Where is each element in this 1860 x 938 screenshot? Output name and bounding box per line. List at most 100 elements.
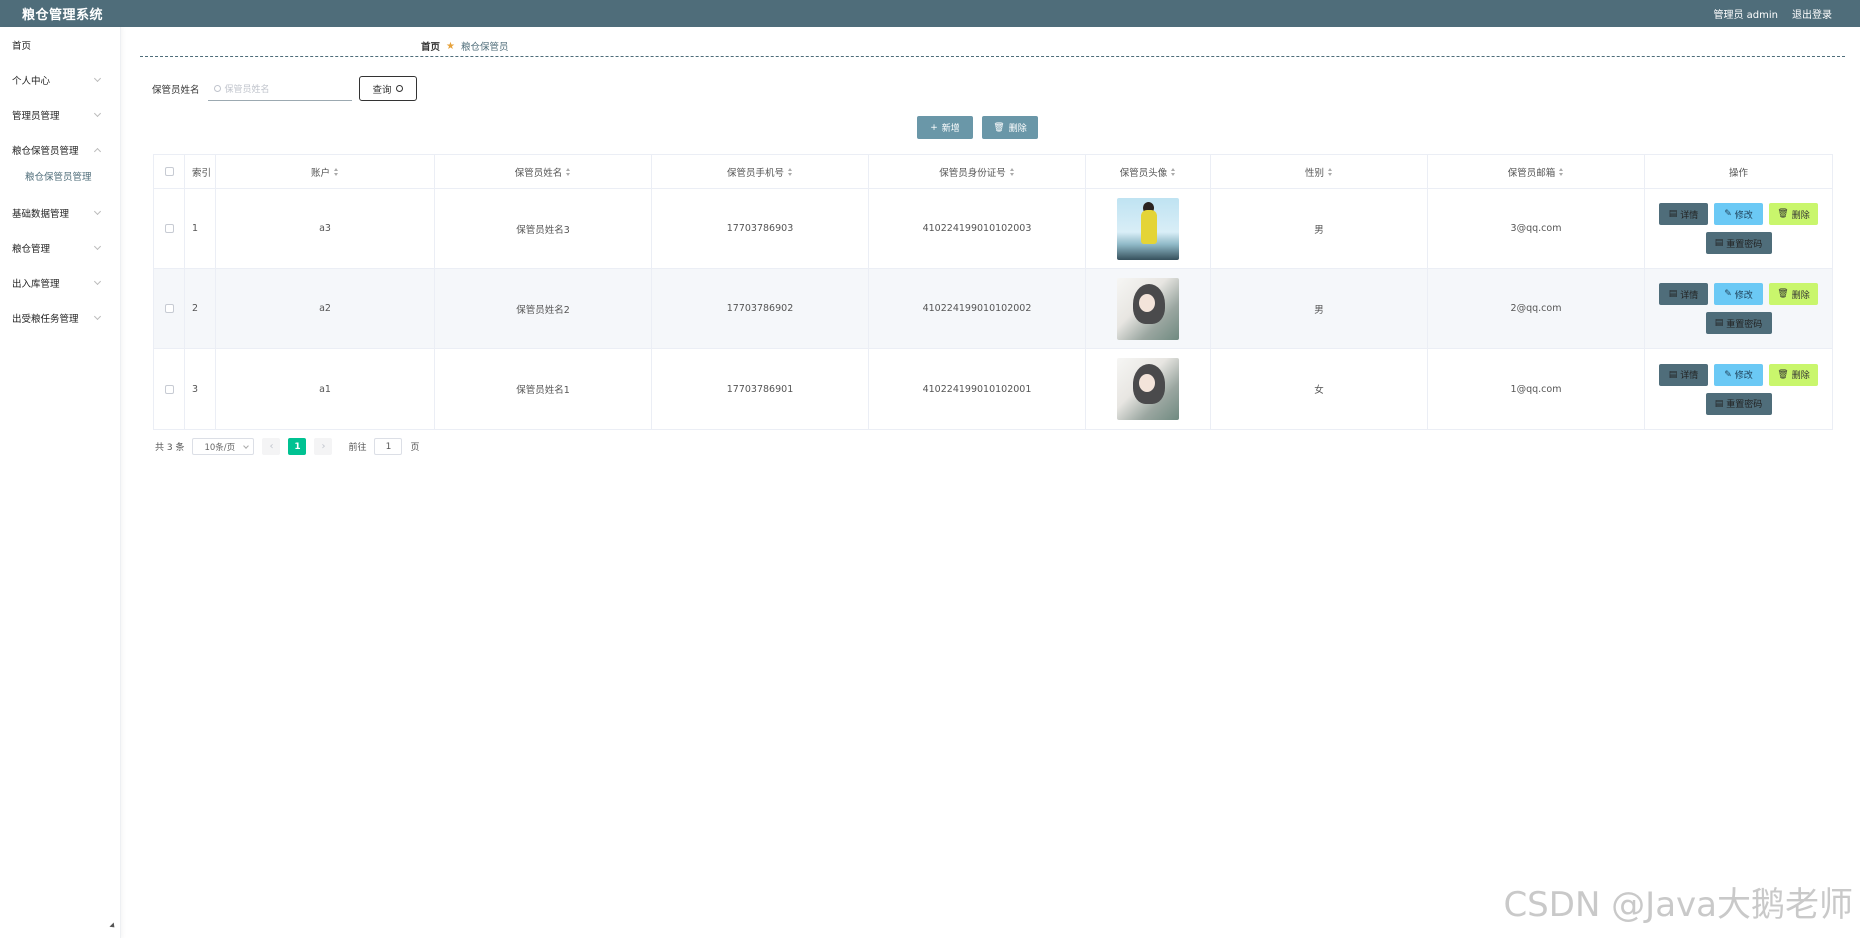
search-placeholder: 保管员姓名 (224, 84, 270, 95)
sort-icon[interactable] (334, 167, 339, 176)
detail-label: 详情 (1680, 290, 1699, 301)
edit-button[interactable]: ✎ 修改 (1714, 203, 1763, 225)
header-email[interactable]: 保管员邮箱 (1428, 155, 1645, 188)
cell-index: 1 (185, 189, 216, 268)
logout-link[interactable]: 退出登录 (1792, 6, 1832, 21)
sidebar-item-label: 个人中心 (12, 75, 51, 87)
row-checkbox[interactable] (164, 384, 174, 394)
sidebar-item-label: 首页 (12, 40, 32, 52)
delete-button[interactable]: 🗑 删除 (1769, 203, 1818, 225)
page-number-current[interactable]: 1 (288, 438, 307, 455)
header-avatar[interactable]: 保管员头像 (1086, 155, 1211, 188)
current-user-label: 管理员 admin (1713, 10, 1778, 21)
cell-index: 2 (185, 269, 216, 348)
sidebar-item-inout[interactable]: 出入库管理 (0, 265, 120, 300)
breadcrumb-separator-icon: ★ (446, 40, 455, 52)
delete-button[interactable]: 🗑 删除 (1769, 363, 1818, 386)
document-icon: ▤ (1668, 209, 1678, 219)
header-account[interactable]: 账户 (216, 155, 435, 188)
breadcrumb-home[interactable]: 首页 (421, 39, 440, 53)
table-row: 3 a1 保管员姓名1 17703786901 4102241990101020… (154, 349, 1832, 429)
delete-button[interactable]: 🗑 删除 (1769, 283, 1818, 305)
reset-password-button[interactable]: ▤ 重置密码 (1705, 232, 1772, 254)
next-page-button[interactable]: › (314, 438, 333, 455)
cell-ops: ▤ 详情 ✎ 修改 🗑 删除 ▤ 重置密码 (1645, 269, 1832, 348)
watermark: CSDN @Java大鹅老师 (1503, 885, 1853, 925)
sidebar-subitem-keeper-management[interactable]: 粮仓保管员管理 (0, 161, 120, 191)
cell-avatar (1086, 349, 1211, 429)
cell-email: 3@qq.com (1428, 189, 1645, 268)
chevron-down-icon (93, 242, 102, 250)
prev-page-button[interactable]: ‹ (262, 438, 281, 455)
edit-button[interactable]: ✎ 修改 (1714, 363, 1763, 386)
add-button[interactable]: + 新增 (917, 116, 973, 139)
table-row: 2 a2 保管员姓名2 17703786902 4102241990101020… (154, 269, 1832, 349)
sort-icon[interactable] (788, 167, 793, 176)
sort-icon[interactable] (1171, 167, 1176, 176)
detail-button[interactable]: ▤ 详情 (1659, 363, 1708, 386)
sort-icon[interactable] (566, 167, 571, 176)
sort-icon[interactable] (1559, 167, 1564, 176)
total-count: 共 3 条 (155, 443, 185, 453)
sidebar-item-label: 基础数据管理 (12, 208, 70, 220)
header-gender-label: 性别 (1304, 167, 1324, 179)
header-ops: 操作 (1728, 167, 1748, 179)
detail-label: 详情 (1680, 371, 1699, 381)
sort-icon[interactable] (1328, 167, 1333, 176)
row-checkbox[interactable] (164, 224, 174, 233)
header-name[interactable]: 保管员姓名 (435, 155, 652, 188)
header-idcard[interactable]: 保管员身份证号 (869, 155, 1086, 188)
header-avatar-label: 保管员头像 (1119, 167, 1168, 179)
resize-corner-icon[interactable] (109, 922, 117, 930)
cell-account: a1 (216, 349, 435, 429)
detail-button[interactable]: ▤ 详情 (1659, 283, 1708, 305)
chevron-up-icon (93, 147, 102, 155)
ops-row: ▤ 详情 ✎ 修改 🗑 删除 (1659, 363, 1818, 386)
toolbar: + 新增 🗑 删除 (917, 116, 1038, 139)
avatar[interactable] (1117, 197, 1179, 260)
cell-idcard: 410224199010102003 (869, 189, 1086, 268)
batch-delete-button[interactable]: 🗑 删除 (982, 116, 1038, 139)
page-size-select[interactable]: 10条/页 (192, 438, 255, 455)
sidebar-item-granary[interactable]: 粮仓管理 (0, 230, 120, 265)
chevron-down-icon (93, 207, 102, 215)
chevron-down-icon (93, 277, 102, 285)
delete-label: 删除 (1791, 210, 1810, 221)
sidebar-item-label: 粮仓保管员管理 (12, 145, 79, 157)
reset-label: 重置密码 (1726, 400, 1763, 410)
header-phone[interactable]: 保管员手机号 (652, 155, 869, 188)
document-icon: ▤ (1668, 369, 1678, 380)
sidebar-item-tasks[interactable]: 出受粮任务管理 (0, 300, 120, 335)
topbar-right: 管理员 admin 退出登录 (1713, 6, 1832, 21)
select-all-checkbox[interactable] (164, 167, 174, 176)
search-input[interactable]: 保管员姓名 (207, 76, 352, 101)
avatar[interactable] (1117, 277, 1179, 340)
sort-icon[interactable] (1009, 167, 1015, 176)
header-gender[interactable]: 性别 (1211, 155, 1428, 188)
search-icon (213, 84, 221, 92)
cell-account: a3 (216, 189, 435, 268)
query-button-label: 查询 (372, 84, 392, 96)
breadcrumb: 首页 ★ 粮仓保管员 (140, 36, 1845, 57)
chevron-down-icon (93, 74, 102, 82)
goto-page-input[interactable]: 1 (374, 438, 403, 455)
cell-gender: 男 (1211, 189, 1428, 268)
query-button[interactable]: 查询 (358, 76, 417, 101)
row-checkbox[interactable] (164, 304, 174, 313)
cell-avatar (1086, 189, 1211, 268)
edit-label: 修改 (1734, 210, 1753, 221)
document-icon: ▤ (1714, 318, 1724, 328)
sidebar-item-base-data[interactable]: 基础数据管理 (0, 195, 120, 230)
edit-button[interactable]: ✎ 修改 (1714, 283, 1763, 305)
sidebar-item-profile[interactable]: 个人中心 (0, 62, 120, 97)
reset-password-button[interactable]: ▤ 重置密码 (1705, 392, 1772, 415)
sidebar-item-admins[interactable]: 管理员管理 (0, 97, 120, 132)
sidebar-item-label: 出受粮任务管理 (12, 313, 79, 325)
trash-icon: 🗑 (1777, 209, 1789, 219)
detail-button[interactable]: ▤ 详情 (1659, 203, 1708, 225)
reset-password-button[interactable]: ▤ 重置密码 (1705, 312, 1772, 334)
sidebar-item-home[interactable]: 首页 (0, 27, 120, 62)
cell-avatar (1086, 269, 1211, 348)
avatar[interactable] (1117, 358, 1179, 420)
search-row: 保管员姓名 保管员姓名 查询 (152, 76, 417, 101)
